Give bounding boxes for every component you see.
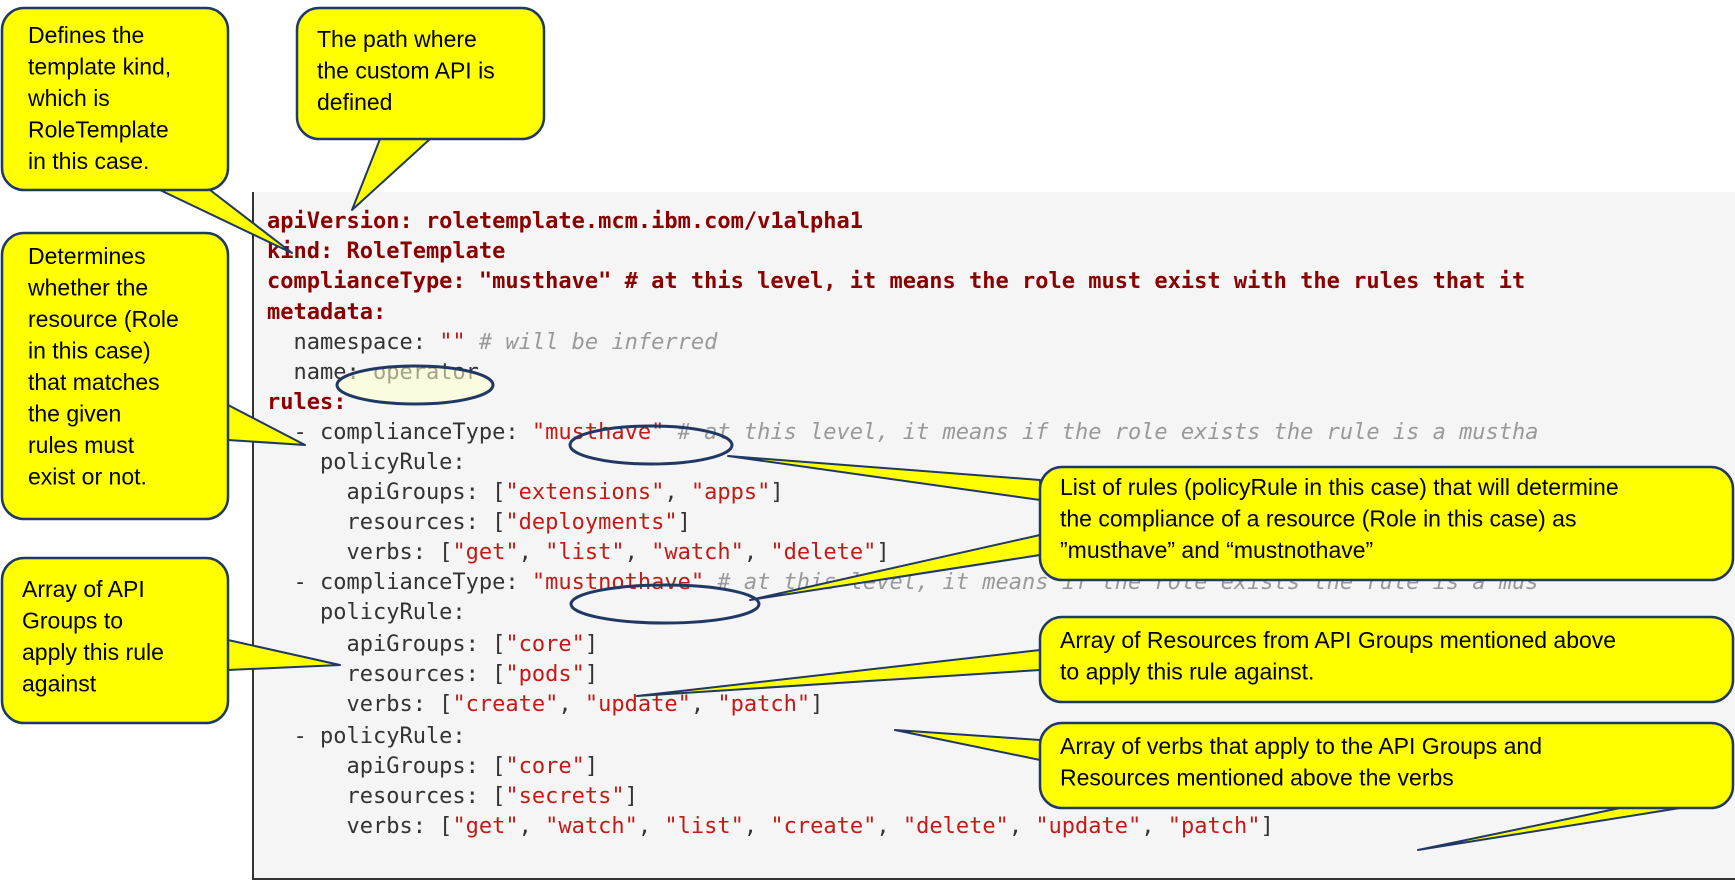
- callout-text-line: resource (Role: [28, 306, 179, 332]
- callout-api-path: The path where the custom API is defined: [295, 6, 546, 211]
- callout-text-line: template kind,: [28, 54, 171, 80]
- callout-text-line: List of rules (policyRule in this case) …: [1060, 474, 1619, 500]
- callout-text-line: the custom API is: [317, 58, 495, 84]
- callout-text-line: Resources mentioned above the verbs: [1060, 765, 1454, 791]
- callout-text-line: rules must: [28, 432, 135, 458]
- callout-resources: Array of Resources from API Groups menti…: [636, 615, 1735, 704]
- callout-text-line: against: [22, 671, 97, 697]
- callout-text-line: the compliance of a resource (Role in th…: [1060, 506, 1576, 532]
- callout-text-line: Array of Resources from API Groups menti…: [1060, 627, 1616, 653]
- callout-text-line: ”musthave” and “mustnothave”: [1060, 537, 1373, 563]
- callout-text-line: in this case): [28, 338, 151, 364]
- callout-text-line: defined: [317, 89, 392, 115]
- callout-text-line: in this case.: [28, 148, 149, 174]
- callout-text-line: to apply this rule against.: [1060, 659, 1314, 685]
- callout-text-line: Groups to: [22, 608, 123, 634]
- callout-pointer: [894, 729, 1041, 761]
- callout-api-groups: Array of API Groups to apply this rule agai…: [0, 556, 341, 725]
- callout-pointer: [227, 404, 306, 446]
- callout-text-line: RoleTemplate: [28, 117, 169, 143]
- callout-pointer: [351, 138, 431, 211]
- callout-template-kind: Defines the template kind, which is RoleTem…: [0, 6, 293, 254]
- callout-text-line: that matches: [28, 369, 160, 395]
- callout-text-line: apply this rule: [22, 639, 164, 665]
- callout-text-line: whether the: [27, 275, 148, 301]
- callout-rules-list: List of rules (policyRule in this case) …: [727, 455, 1735, 601]
- annotation-layer: Defines the template kind, which is RoleTem…: [0, 6, 1735, 851]
- callout-pointer: [227, 639, 341, 671]
- callout-text-line: Array of verbs that apply to the API Gro…: [1060, 733, 1542, 759]
- callout-text-line: Determines: [28, 243, 146, 269]
- callout-text-line: Defines the: [28, 22, 144, 48]
- callout-verbs: Array of verbs that apply to the API Gro…: [894, 721, 1735, 851]
- callout-pointer: [636, 649, 1041, 697]
- diagram: apiVersion: roletemplate.mcm.ibm.com/v1a…: [0, 0, 1735, 885]
- callout-text-line: the given: [28, 401, 121, 427]
- callout-text-line: The path where: [317, 26, 477, 52]
- callout-pointer: [749, 534, 1041, 601]
- callout-pointer: [1417, 807, 1681, 851]
- highlight-mustnothave: [569, 583, 761, 625]
- callout-text-line: Array of API: [22, 576, 145, 602]
- highlight-operator: [335, 364, 495, 406]
- callout-pointer: [727, 455, 1041, 501]
- highlight-musthave: [568, 424, 734, 466]
- callout-text-line: exist or not.: [28, 464, 147, 490]
- callout-text-line: which is: [27, 85, 110, 111]
- callout-compliance: Determines whether the resource (Role in th…: [0, 231, 306, 521]
